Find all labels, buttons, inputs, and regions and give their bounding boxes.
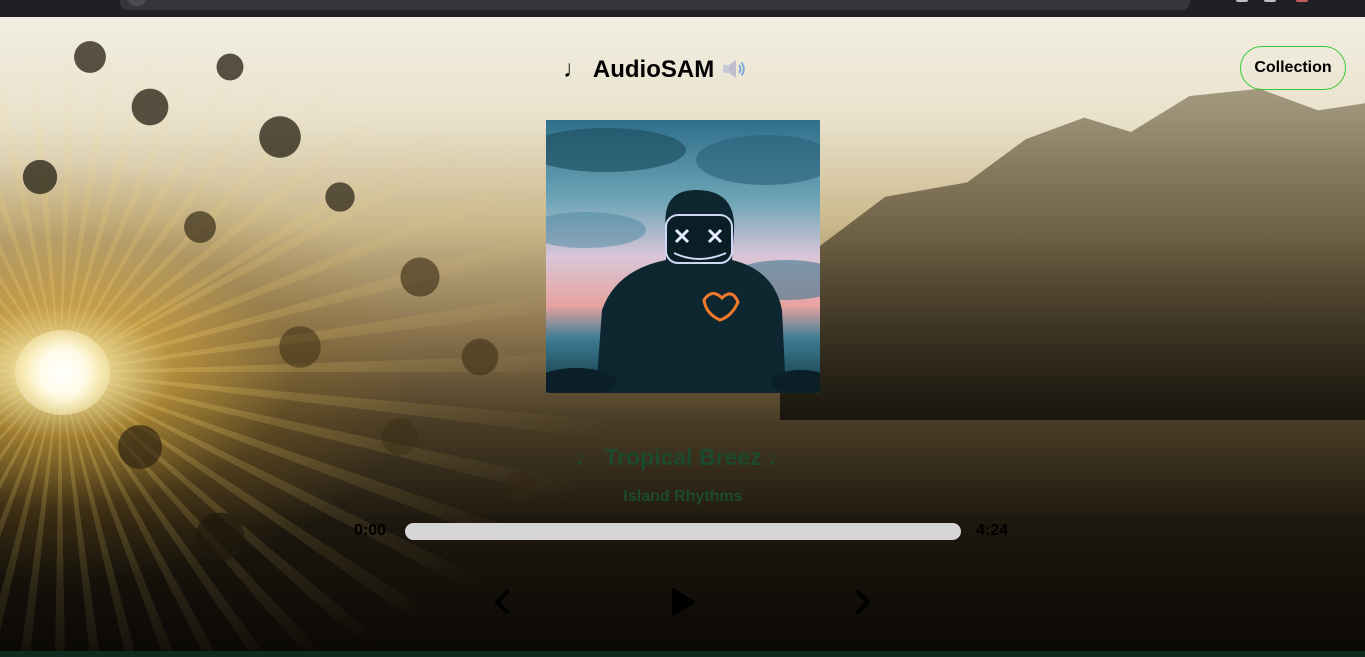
- tree-foliage: [0, 17, 620, 657]
- browser-toolbar: [0, 0, 1365, 17]
- next-button[interactable]: [842, 582, 882, 622]
- song-artist: Island Rhythms: [623, 488, 743, 505]
- chevron-right-icon: [856, 590, 870, 614]
- previous-button[interactable]: [483, 582, 523, 622]
- browser-address-bar[interactable]: [120, 0, 1190, 10]
- browser-icon[interactable]: [1264, 0, 1276, 2]
- browser-icon[interactable]: [1296, 0, 1308, 2]
- total-time: 4:24: [975, 522, 1009, 539]
- song-title: ♩ Tropical Breez ♩: [574, 444, 791, 470]
- play-icon: [672, 588, 695, 616]
- taskbar-edge: [0, 651, 1365, 657]
- speaker-icon: [721, 58, 747, 80]
- music-note: ♩: [563, 56, 588, 83]
- sun-glow: [15, 330, 110, 415]
- app-title-text: AudioSAM: [592, 56, 715, 83]
- play-button[interactable]: [662, 582, 702, 622]
- chevron-left-icon: [495, 590, 509, 614]
- collection-button[interactable]: Collection: [1240, 46, 1346, 90]
- browser-extension-icons: [1236, 0, 1316, 6]
- app-title: ♩ AudioSAM: [540, 56, 770, 84]
- browser-icon[interactable]: [1236, 0, 1248, 2]
- current-time: 0:00: [353, 522, 387, 539]
- album-cover: [546, 120, 820, 393]
- progress-bar[interactable]: [405, 523, 961, 540]
